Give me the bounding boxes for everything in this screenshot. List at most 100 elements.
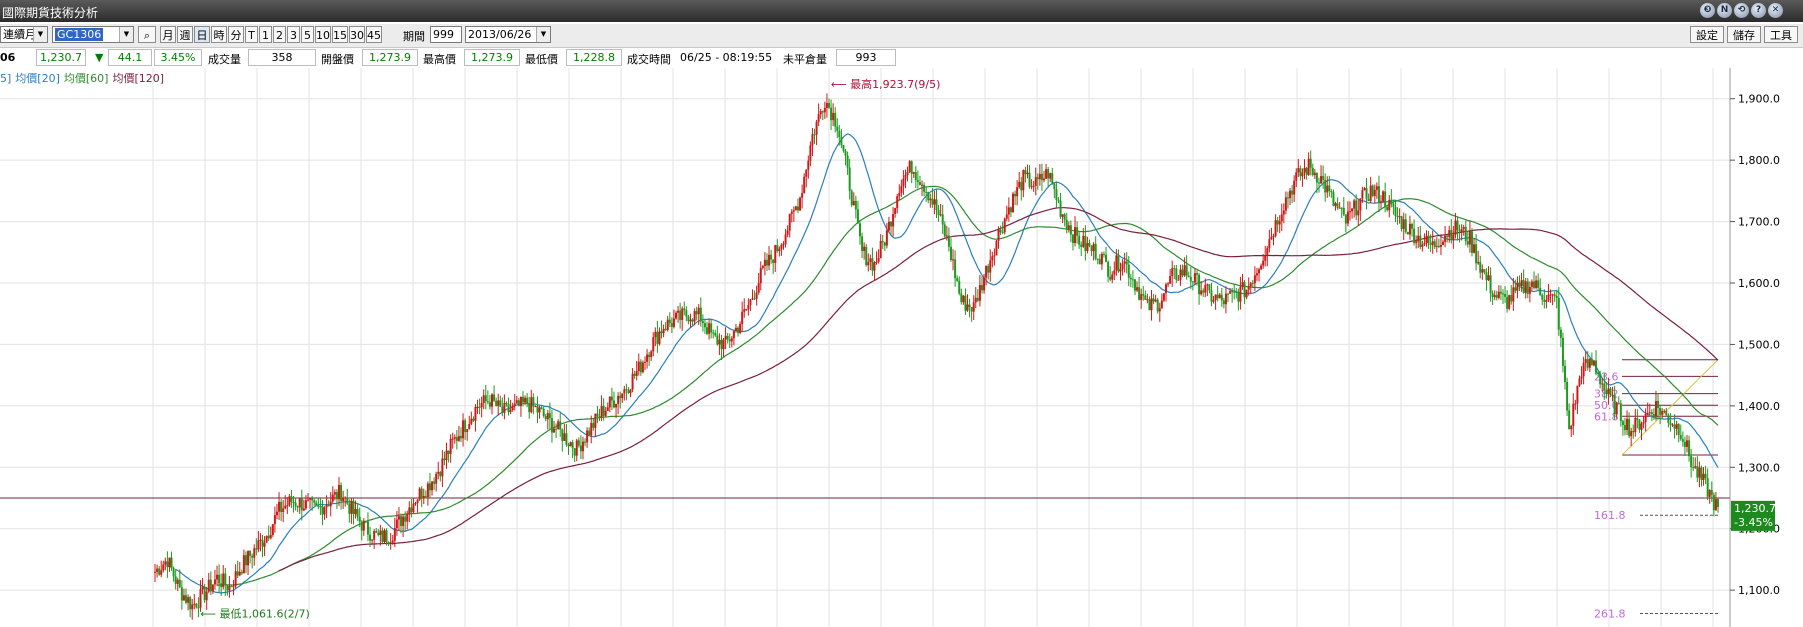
legend-item-0: 5] — [0, 72, 12, 85]
price-bar-body — [883, 242, 886, 246]
price-bar-body — [1115, 255, 1118, 271]
price-bar-body — [238, 571, 241, 576]
period-button-7[interactable]: 2 — [273, 26, 286, 43]
price-bar-body — [1607, 388, 1610, 395]
period-button-3[interactable]: 時 — [211, 26, 227, 43]
price-bar-body — [1514, 287, 1517, 291]
price-bar-body — [242, 555, 245, 574]
price-bar-body — [1380, 201, 1383, 203]
price-bar-body — [1427, 235, 1430, 244]
price-bar-body — [782, 244, 785, 246]
period-input[interactable]: 999 — [430, 26, 462, 43]
price-bar-body — [821, 111, 824, 113]
contract-select[interactable]: 連續月 ▼ — [0, 26, 48, 43]
quote-low: 1,228.8 — [566, 49, 622, 66]
price-bar-body — [1493, 295, 1496, 297]
price-bar-body — [466, 429, 469, 432]
price-bar-body — [251, 555, 254, 558]
new-icon[interactable]: N — [1717, 3, 1732, 18]
price-bar-body — [811, 134, 814, 146]
price-bar-body — [701, 320, 704, 324]
period-button-13[interactable]: 45 — [366, 26, 382, 43]
period-button-2[interactable]: 日 — [194, 26, 210, 43]
price-bar-body — [921, 184, 924, 186]
price-bar-body — [1499, 291, 1502, 294]
date-select-value: 2013/06/26 — [468, 28, 532, 41]
price-bar-body — [1177, 279, 1180, 281]
price-bar-body — [1324, 179, 1327, 193]
price-bar-body — [656, 331, 659, 344]
quote-change: 44.1 — [108, 49, 152, 66]
date-select[interactable]: 2013/06/26 ▼ — [465, 26, 551, 43]
price-bar-body — [848, 167, 851, 191]
refresh-icon[interactable]: ⟲ — [1734, 3, 1749, 18]
time-label: 成交時間 — [627, 53, 671, 66]
settings-button[interactable]: 設定 — [1690, 26, 1724, 43]
period-button-9[interactable]: 5 — [301, 26, 314, 43]
minimize-icon[interactable]: ❸ — [1700, 3, 1715, 18]
price-bar-body — [191, 604, 194, 610]
price-bar-body — [1644, 413, 1647, 423]
price-bar-body — [1526, 281, 1529, 294]
price-bar-body — [195, 603, 198, 608]
price-bar-body — [493, 394, 496, 401]
y-tick-label: 1,800.0 — [1738, 154, 1780, 167]
price-bar-body — [1011, 193, 1014, 213]
period-button-10[interactable]: 10 — [315, 26, 331, 43]
y-tick-label: 1,600.0 — [1738, 277, 1780, 290]
toolbar: 連續月 ▼ GC1306 ▼ ⌕ 月週日時分 T 1 2 3 5 10 15 30 45 期間 9… — [0, 24, 1803, 48]
price-bar-body — [1262, 260, 1265, 266]
close-icon[interactable]: ✕ — [1768, 3, 1783, 18]
price-bar-body — [875, 261, 878, 263]
price-bar-body — [1520, 280, 1523, 286]
period-button-8[interactable]: 3 — [287, 26, 300, 43]
price-bar-body — [1293, 180, 1296, 195]
price-bar-body — [249, 550, 252, 556]
price-bar-body — [947, 235, 950, 247]
price-bar-body — [952, 259, 955, 261]
price-bar-body — [1452, 234, 1455, 240]
price-bar-body — [836, 126, 839, 131]
price-bar-body — [819, 111, 822, 115]
symbol-input[interactable]: GC1306 ▼ — [52, 26, 134, 43]
tools-button[interactable]: 工具 — [1764, 26, 1798, 43]
price-bar-body — [1483, 269, 1486, 273]
price-bar-body — [918, 182, 921, 186]
period-button-0[interactable]: 月 — [160, 26, 176, 43]
price-bar-body — [1421, 244, 1424, 248]
price-bar-body — [288, 496, 291, 506]
quote-bar: 06 1,230.7 ▼ 44.1 3.45% 成交量 358 開盤價 1,27… — [0, 48, 1803, 68]
period-button-12[interactable]: 30 — [349, 26, 365, 43]
help-icon[interactable]: ? — [1751, 3, 1766, 18]
period-button-1[interactable]: 週 — [177, 26, 193, 43]
price-bar-body — [1185, 265, 1188, 276]
price-bar-body — [519, 396, 522, 407]
price-bar-body — [193, 603, 196, 605]
price-bar-body — [852, 200, 855, 206]
price-bar-body — [635, 371, 638, 376]
period-button-5[interactable]: T — [245, 26, 258, 43]
price-bar-body — [567, 444, 570, 447]
price-bar-body — [1227, 293, 1230, 295]
price-bar-body — [265, 535, 268, 543]
price-bar-body — [1667, 415, 1670, 424]
period-button-6[interactable]: 1 — [259, 26, 272, 43]
price-bar-body — [867, 261, 870, 266]
price-chart[interactable]: 23.638.250.061.8161.8261.8 1,100.01,200.… — [0, 68, 1803, 627]
search-button[interactable]: ⌕ — [138, 26, 156, 43]
save-button[interactable]: 儲存 — [1727, 26, 1761, 43]
price-bar-body — [1522, 280, 1525, 293]
price-bar-body — [486, 401, 489, 403]
price-bar-body — [1559, 329, 1562, 338]
search-icon: ⌕ — [143, 29, 151, 42]
price-bar-body — [189, 597, 192, 610]
price-bar-body — [503, 402, 506, 413]
price-bar-body — [1446, 235, 1449, 238]
price-bar-body — [1495, 295, 1498, 298]
price-bar-body — [1671, 424, 1674, 426]
period-button-4[interactable]: 分 — [228, 26, 244, 43]
price-bar-body — [1255, 273, 1258, 276]
price-bar-body — [799, 197, 802, 211]
price-bar-body — [658, 331, 661, 344]
period-button-11[interactable]: 15 — [332, 26, 348, 43]
